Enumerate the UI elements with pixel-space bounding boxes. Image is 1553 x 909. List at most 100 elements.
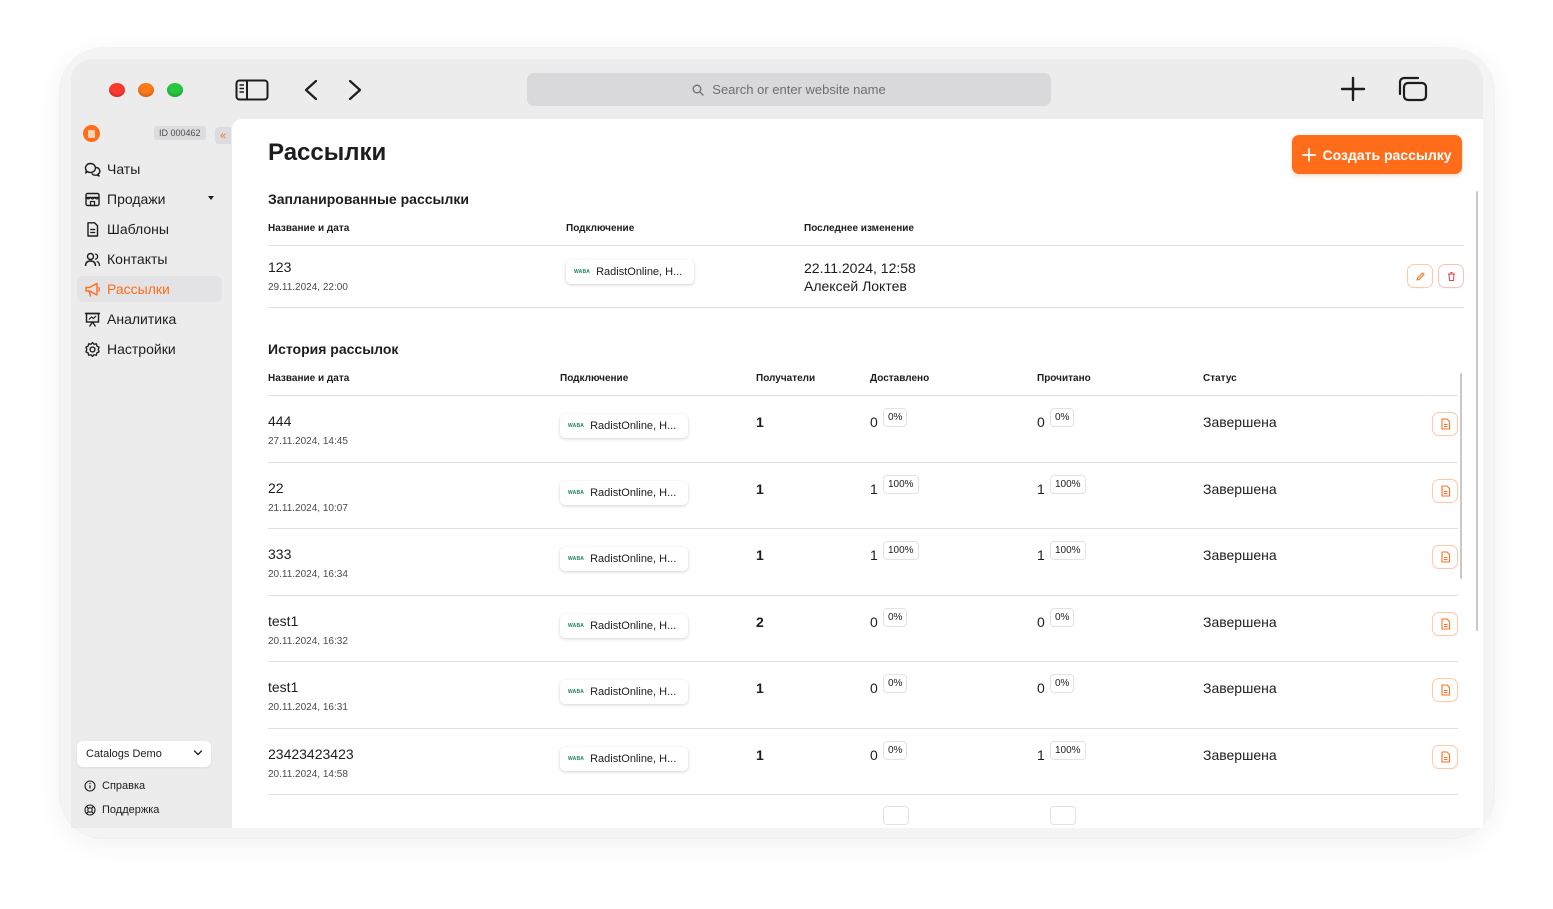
- delivered-count: 0: [870, 613, 878, 630]
- column-header: Название и дата: [268, 223, 350, 234]
- pencil-icon: [1415, 271, 1425, 281]
- divider: [268, 245, 1464, 246]
- waba-logo: WABA: [568, 556, 585, 562]
- waba-logo: WABA: [568, 489, 585, 496]
- users-icon: [83, 250, 101, 268]
- delivered-count: 0: [870, 746, 878, 763]
- column-header: Статус: [1203, 373, 1237, 384]
- gear-icon: [83, 340, 101, 358]
- read-percent-badge: 100%: [1051, 475, 1085, 493]
- workspace-select[interactable]: Catalogs Demo: [77, 741, 211, 767]
- sidebar-nav: Чаты Продажи Шаблоны Контакты Рассылки А…: [77, 156, 222, 366]
- edit-button[interactable]: [1408, 265, 1432, 287]
- mailing-name: test1: [268, 679, 299, 695]
- report-button[interactable]: [1433, 546, 1457, 568]
- sidebar-item-label: Чаты: [107, 161, 141, 177]
- delivered-percent-badge: 0%: [884, 409, 907, 426]
- file-report-icon: [1440, 617, 1450, 630]
- address-bar[interactable]: Search or enter website name: [527, 73, 1051, 106]
- connection-chip[interactable]: WABA RadistOnline, Н...: [560, 547, 688, 571]
- close-window-button[interactable]: [109, 83, 125, 97]
- search-icon: [692, 84, 704, 96]
- create-mailing-button[interactable]: Создать рассылку: [1292, 135, 1462, 174]
- divider: [268, 461, 1458, 463]
- support-link[interactable]: Поддержка: [84, 804, 159, 816]
- read-count: 1: [1037, 480, 1045, 497]
- waba-logo: WABA: [568, 622, 585, 629]
- mailing-name: test1: [268, 612, 299, 629]
- help-link[interactable]: Справка: [84, 780, 145, 792]
- scrollbar-inner[interactable]: [1460, 373, 1462, 579]
- report-button[interactable]: [1433, 413, 1457, 435]
- browser-window: Search or enter website name ID 000462 «…: [71, 59, 1483, 828]
- delete-button[interactable]: [1439, 265, 1463, 287]
- maximize-window-button[interactable]: [167, 83, 183, 97]
- recipients-count: 1: [756, 746, 764, 763]
- status-text: Завершена: [1203, 746, 1277, 763]
- connection-label: RadistOnline, Н...: [596, 266, 683, 278]
- changed-at: 22.11.2024, 12:58: [804, 260, 916, 276]
- collapse-sidebar-button[interactable]: «: [215, 127, 231, 144]
- sidebar-item-sales[interactable]: Продажи: [77, 186, 222, 212]
- connection-chip[interactable]: WABA RadistOnline, Н...: [560, 480, 688, 505]
- read-percent-badge: 0%: [1051, 608, 1074, 626]
- chevron-down-icon: [208, 196, 214, 200]
- new-tab-icon[interactable]: [1337, 76, 1369, 102]
- report-button[interactable]: [1433, 612, 1457, 635]
- connection-label: RadistOnline, Н...: [590, 420, 677, 432]
- report-button[interactable]: [1433, 679, 1457, 701]
- page-title: Рассылки: [268, 139, 387, 166]
- workspace-select-value: Catalogs Demo: [86, 748, 162, 760]
- back-arrow-icon[interactable]: [299, 77, 323, 103]
- forward-arrow-icon[interactable]: [343, 77, 367, 103]
- sidebar: ID 000462 « Чаты Продажи Шаблоны Контакт…: [71, 119, 231, 828]
- read-count: 0: [1037, 414, 1045, 430]
- scrollbar-outer[interactable]: [1476, 191, 1478, 631]
- tab-overview-icon[interactable]: [1396, 76, 1430, 102]
- file-report-icon: [1440, 484, 1450, 497]
- connection-chip[interactable]: WABA RadistOnline, Н...: [560, 746, 688, 771]
- minimize-window-button[interactable]: [138, 83, 154, 97]
- delivered-percent-badge: 0%: [884, 675, 907, 692]
- read-percent-badge: 100%: [1051, 542, 1085, 559]
- report-button[interactable]: [1433, 745, 1457, 768]
- connection-chip[interactable]: WABA RadistOnline, Н...: [566, 260, 694, 284]
- connection-chip[interactable]: WABA RadistOnline, Н...: [560, 414, 688, 438]
- info-icon: [84, 780, 96, 792]
- store-icon: [83, 190, 101, 208]
- divider: [268, 727, 1458, 729]
- delivered-percent-badge: 100%: [884, 542, 918, 559]
- main-panel: Рассылки Создать рассылку Запланированны…: [232, 119, 1483, 828]
- sidebar-item-analytics[interactable]: Аналитика: [77, 306, 222, 332]
- sidebar-item-settings[interactable]: Настройки: [77, 336, 222, 362]
- support-link-label: Поддержка: [102, 804, 160, 816]
- browser-toolbar: Search or enter website name: [71, 59, 1483, 119]
- waba-logo: WABA: [568, 755, 585, 762]
- partial-row-pill: [884, 807, 908, 824]
- connection-chip[interactable]: WABA RadistOnline, Н...: [560, 613, 688, 638]
- report-button[interactable]: [1433, 479, 1457, 502]
- connection-chip[interactable]: WABA RadistOnline, Н...: [560, 680, 688, 704]
- sidebar-toggle-icon[interactable]: [235, 77, 269, 103]
- scheduled-section-title: Запланированные рассылки: [268, 191, 469, 207]
- help-link-label: Справка: [102, 780, 146, 792]
- status-text: Завершена: [1203, 680, 1277, 696]
- sidebar-item-chats[interactable]: Чаты: [77, 156, 222, 182]
- address-bar-placeholder: Search or enter website name: [712, 82, 886, 97]
- document-icon: [83, 220, 101, 238]
- mailing-date: 20.11.2024, 16:32: [268, 635, 348, 647]
- column-header: Подключение: [566, 223, 635, 234]
- delivered-count: 0: [870, 414, 878, 430]
- read-count: 0: [1037, 680, 1045, 696]
- file-report-icon: [1440, 750, 1450, 763]
- read-count: 1: [1037, 746, 1045, 763]
- sidebar-item-mailings[interactable]: Рассылки: [77, 276, 222, 302]
- connection-label: RadistOnline, Н...: [590, 486, 677, 499]
- column-header: Последнее изменение: [804, 223, 914, 234]
- sidebar-item-templates[interactable]: Шаблоны: [77, 216, 222, 242]
- column-header: Название и дата: [268, 373, 350, 384]
- recipients-count: 1: [756, 414, 764, 430]
- sidebar-item-contacts[interactable]: Контакты: [77, 246, 222, 272]
- divider: [268, 307, 1464, 308]
- brand-logo: [83, 125, 100, 142]
